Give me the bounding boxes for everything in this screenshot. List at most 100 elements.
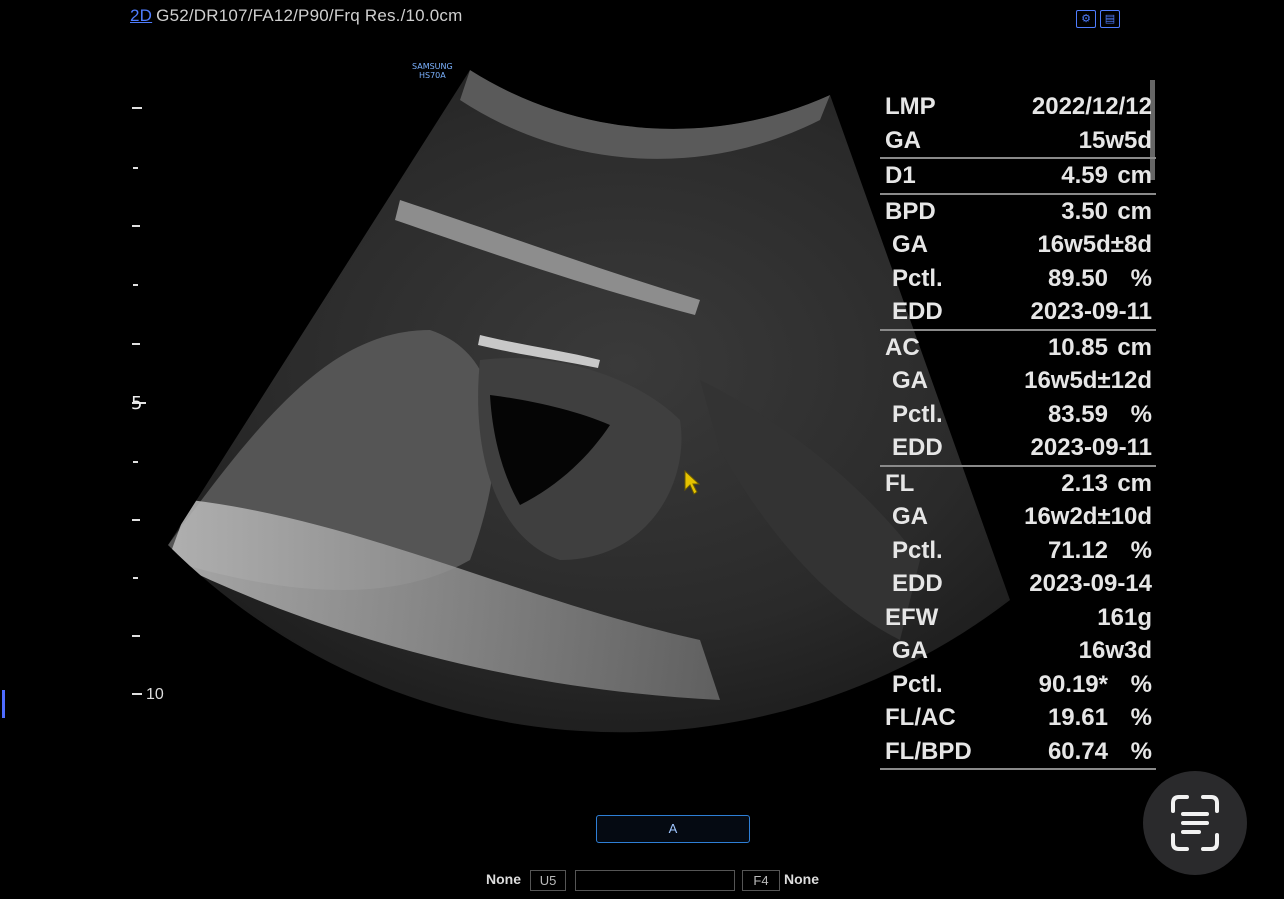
measure-number: 16w5d±8d — [1037, 231, 1152, 258]
measure-number: 90.19* — [1038, 670, 1108, 698]
settings-icon[interactable]: ⚙ — [1076, 10, 1096, 28]
measure-number: 2022/12/12 — [1031, 93, 1152, 120]
report-group: LMP 2022/12/12 GA 15w5d — [880, 90, 1156, 159]
measure-label: LMP — [885, 93, 936, 120]
measure-label: GA — [892, 367, 928, 394]
measure-label: D1 — [885, 162, 916, 189]
report-row: AC 10.85 cm — [880, 331, 1156, 365]
measure-unit: % — [1130, 264, 1152, 292]
measure-number: 71.12 — [1047, 536, 1108, 564]
measure-label: AC — [885, 333, 920, 361]
report-row: FL 2.13 cm — [880, 467, 1156, 501]
measure-label: FL/BPD — [885, 737, 972, 765]
measure-number: 16w2d±10d — [1024, 503, 1152, 530]
measure-unit: cm — [1117, 162, 1152, 189]
report-row: GA 15w5d — [880, 124, 1156, 158]
text-scan-button[interactable] — [1143, 771, 1247, 875]
report-group: D1 4.59 cm — [880, 159, 1156, 195]
report-group: AC 10.85 cm GA 16w5d±12d Pctl. 83.59% EDD 2023-0… — [880, 331, 1156, 467]
report-row: GA 16w2d±10d — [880, 500, 1156, 534]
measure-label: EDD — [892, 434, 943, 461]
measure-value: 2.13 cm — [1061, 467, 1152, 501]
report-row: FL/AC 19.61% — [880, 701, 1156, 735]
report-row: GA 16w5d±12d — [880, 364, 1156, 398]
measure-label: GA — [892, 503, 928, 530]
report-row: Pctl. 90.19*% — [880, 668, 1156, 702]
measure-number: 15w5d — [1078, 126, 1152, 154]
report-row: EDD 2023-09-11 — [880, 295, 1156, 329]
measure-number: 2023-09-11 — [1030, 434, 1152, 461]
focus-marker: 5 — [131, 393, 143, 414]
measure-unit: cm — [1117, 197, 1152, 225]
measure-number: 2.13 — [1061, 469, 1108, 497]
measure-label: Pctl. — [892, 536, 943, 564]
measure-label: FL/AC — [885, 704, 956, 731]
measure-value: 71.12% — [1048, 534, 1152, 568]
measure-unit: % — [1130, 536, 1152, 564]
measure-number: 10.85 — [1047, 333, 1108, 361]
measure-label: GA — [885, 126, 921, 154]
probe-brand: SAMSUNG — [412, 62, 453, 71]
measure-number: 16w5d±12d — [1024, 367, 1152, 394]
mode-indicator[interactable]: 2D — [130, 6, 152, 25]
measure-value: 4.59 cm — [1061, 159, 1152, 193]
f4-box[interactable]: F4 — [742, 870, 780, 891]
report-row: GA 16w3d — [880, 634, 1156, 668]
bottom-slider[interactable] — [575, 870, 735, 891]
probe-badge: SAMSUNG HS70A — [412, 62, 453, 80]
measure-label: GA — [892, 637, 928, 664]
right-none-label: None — [784, 871, 819, 887]
report-group: BPD 3.50 cm GA 16w5d±8d Pctl. 89.50% EDD 2023-09… — [880, 195, 1156, 331]
cursor-arrow-icon — [684, 470, 700, 495]
measure-label: GA — [892, 231, 928, 258]
report-row: GA 16w5d±8d — [880, 228, 1156, 262]
report-row: LMP 2022/12/12 — [880, 90, 1156, 124]
report-row: FL/BPD 60.74% — [880, 735, 1156, 769]
measure-number: 60.74 — [1047, 737, 1108, 765]
measure-value: 2023-09-11 — [1031, 295, 1152, 329]
measure-value: 83.59% — [1048, 398, 1152, 432]
measure-value: 16w5d±12d — [1024, 364, 1152, 398]
measure-unit: % — [1130, 670, 1152, 698]
report-row: Pctl. 89.50% — [880, 262, 1156, 296]
report-row: EDD 2023-09-14 — [880, 567, 1156, 601]
measure-value: 89.50% — [1048, 262, 1152, 296]
measure-number: 89.50 — [1047, 264, 1108, 292]
center-control-button[interactable]: A — [596, 815, 750, 843]
text-scan-icon — [1171, 795, 1219, 851]
measure-label: EDD — [892, 570, 943, 597]
measure-value: 161g — [1097, 601, 1152, 635]
measure-label: Pctl. — [892, 264, 943, 292]
probe-model: HS70A — [418, 71, 446, 80]
measure-number: 2023-09-14 — [1029, 570, 1152, 597]
measure-number: 161g — [1097, 603, 1152, 631]
left-none-label: None — [486, 871, 521, 887]
measure-unit: % — [1130, 737, 1152, 765]
measure-value: 15w5d — [1079, 124, 1152, 158]
report-row: EFW 161g — [880, 601, 1156, 635]
measure-label: FL — [885, 469, 915, 497]
measure-unit: cm — [1117, 333, 1152, 361]
report-row: Pctl. 83.59% — [880, 398, 1156, 432]
measure-label: EFW — [885, 603, 939, 631]
measure-number: 3.50 — [1061, 197, 1108, 225]
measure-value: 19.61% — [1048, 701, 1152, 735]
top-icons: ⚙ ▤ — [1076, 10, 1120, 28]
print-icon[interactable]: ▤ — [1100, 10, 1120, 28]
measure-value: 60.74% — [1048, 735, 1152, 769]
params-text: G52/DR107/FA12/P90/Frq Res./10.0cm — [156, 6, 463, 25]
measure-value: 16w5d±8d — [1037, 228, 1152, 262]
report-group: FL 2.13 cm GA 16w2d±10d Pctl. 71.12% EDD 2023-09… — [880, 467, 1156, 770]
measure-value: 10.85 cm — [1048, 331, 1152, 365]
measure-value: 16w3d — [1079, 634, 1152, 668]
measure-number: 19.61 — [1047, 704, 1108, 731]
report-row: EDD 2023-09-11 — [880, 431, 1156, 465]
measure-number: 16w3d — [1078, 637, 1152, 664]
report-row: D1 4.59 cm — [880, 159, 1156, 193]
measure-number: 2023-09-11 — [1030, 298, 1152, 325]
measure-unit: cm — [1117, 469, 1152, 497]
imaging-parameters: 2D G52/DR107/FA12/P90/Frq Res./10.0cm — [130, 6, 462, 26]
left-edge-indicator — [2, 690, 5, 718]
u5-box[interactable]: U5 — [530, 870, 566, 891]
report-row: BPD 3.50 cm — [880, 195, 1156, 229]
